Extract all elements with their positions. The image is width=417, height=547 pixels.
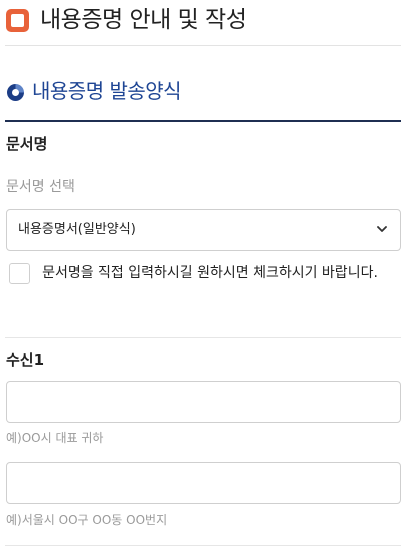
page-title: 내용증명 안내 및 작성 <box>40 7 247 33</box>
document-select-placeholder: 문서명 선택 <box>6 179 75 195</box>
square-logo-icon <box>6 9 29 32</box>
document-type-select[interactable]: 내용증명서(일반양식) <box>6 209 401 251</box>
recipient-name-hint: 예)OO시 대표 귀하 <box>6 431 104 445</box>
bottom-divider <box>5 545 401 546</box>
header-divider <box>5 45 401 46</box>
custom-document-name-label: 문서명을 직접 입력하시길 원하시면 체크하시기 바랍니다. <box>42 265 378 281</box>
chevron-down-icon <box>377 226 387 232</box>
recipient-address-hint: 예)서울시 OO구 OO동 OO번지 <box>6 513 168 527</box>
recipient-name-input[interactable] <box>6 381 401 423</box>
recipient-label: 수신1 <box>6 351 45 369</box>
section-title: 내용증명 발송양식 <box>32 79 182 103</box>
document-name-label: 문서명 <box>6 135 48 153</box>
recipient-address-input[interactable] <box>6 462 401 504</box>
custom-document-name-checkbox[interactable] <box>9 263 30 284</box>
document-type-selected-value: 내용증명서(일반양식) <box>18 222 136 237</box>
page-header: 내용증명 안내 및 작성 <box>0 0 417 46</box>
section-divider <box>5 120 401 122</box>
field-divider <box>5 337 401 338</box>
ring-icon <box>7 84 24 101</box>
